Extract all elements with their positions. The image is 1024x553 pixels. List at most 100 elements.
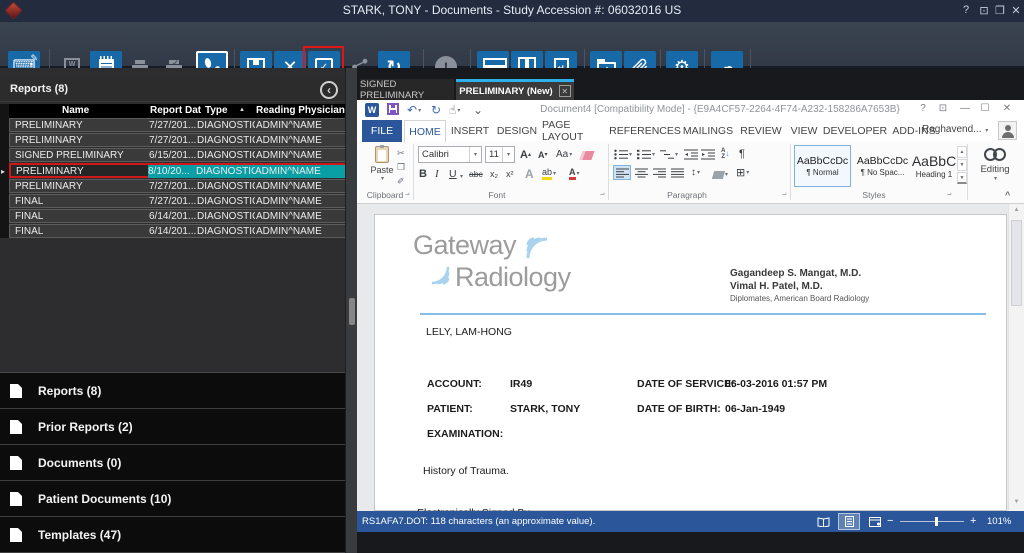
styles-scrollbar[interactable]: ▲ ▼ ▼ [957, 146, 967, 184]
word-close-icon[interactable]: ✕ [999, 103, 1015, 114]
subscript-button[interactable]: x₂ [490, 166, 498, 181]
collapse-panel-button[interactable]: ‹ [320, 81, 338, 99]
web-layout-button[interactable] [864, 513, 886, 530]
align-center-button[interactable] [632, 165, 650, 180]
zoom-slider[interactable] [900, 521, 964, 522]
underline-dropdown[interactable]: ▾ [460, 169, 463, 184]
report-row[interactable]: PRELIMINARY7/27/201...DIAGNOSTIC P...ADM… [9, 118, 347, 132]
qat-redo-button[interactable]: ↻ [431, 103, 441, 117]
restore-icon[interactable]: ❐ [992, 4, 1008, 17]
print-layout-button[interactable] [838, 513, 860, 530]
close-tab-icon[interactable]: ✕ [558, 85, 571, 97]
numbering-button[interactable]: ▾ [637, 147, 655, 162]
paragraph-dialog-launcher[interactable]: ⌐ [782, 190, 787, 199]
decrease-indent-button[interactable] [684, 147, 698, 162]
vertical-scrollbar[interactable]: ▲ ▼ [1008, 204, 1024, 511]
scroll-up-icon[interactable]: ▲ [1009, 207, 1024, 213]
report-row[interactable]: SIGNED PRELIMINARY 6/15/201... DIAGNOSTIC … [9, 148, 347, 162]
style-normal[interactable]: AaBbCcDc ¶ Normal [794, 145, 851, 187]
align-left-button[interactable] [613, 165, 631, 180]
panel-scrollbar-thumb[interactable] [349, 298, 355, 325]
tab-home[interactable]: HOME [404, 120, 446, 142]
report-row[interactable]: PRELIMINARY7/27/201...DIAGNOSTIC P...ADM… [9, 133, 347, 147]
paste-button[interactable]: Paste ▾ [365, 145, 399, 190]
show-marks-button[interactable]: ¶ [739, 146, 745, 161]
report-row-selected[interactable]: PRELIMINARY8/10/20...DIAGNOSTIC P...ADMI… [9, 163, 347, 178]
clipboard-dialog-launcher[interactable]: ⌐ [405, 190, 410, 199]
report-row[interactable]: FINAL7/27/201...DIAGNOSTIC R...ADMIN^NAM… [9, 194, 347, 208]
font-name-combo[interactable]: Calibri ▾ [418, 146, 482, 163]
tab-developer[interactable]: DEVELOPER [823, 120, 887, 142]
editing-button[interactable]: Editing ▾ [973, 148, 1017, 182]
bullets-button[interactable]: ▾ [614, 147, 632, 162]
column-report-date[interactable]: Report Dat [150, 105, 201, 116]
qat-customize-button[interactable]: ⌄ [473, 103, 483, 117]
tab-insert[interactable]: INSERT [448, 120, 492, 142]
word-help-icon[interactable]: ? [915, 103, 931, 114]
column-name[interactable]: Name [62, 105, 89, 116]
column-type[interactable]: Type [205, 105, 228, 116]
report-row[interactable]: FINAL6/14/201...DIAGNOSTIC R...ADMIN^NAM… [9, 209, 347, 223]
bold-button[interactable]: B [419, 166, 427, 181]
style-heading-1[interactable]: AaBbC Heading 1 [912, 145, 956, 187]
format-painter-button[interactable]: ✐ [397, 174, 405, 189]
word-minimize-icon[interactable]: — [957, 103, 973, 114]
scrollbar-thumb[interactable] [1011, 220, 1022, 306]
tab-page-layout[interactable]: PAGE LAYOUT [542, 119, 610, 143]
read-mode-button[interactable] [812, 513, 834, 530]
help-icon[interactable]: ? [958, 4, 974, 16]
report-row[interactable]: PRELIMINARY7/27/201...DIAGNOSTIC R...ADM… [9, 179, 347, 193]
copy-button[interactable]: ❐ [397, 160, 405, 175]
change-case-button[interactable]: Aa ▾ [556, 147, 572, 162]
qat-touch-mode-button[interactable]: ☝ ▾ [449, 103, 460, 117]
highlight-button[interactable]: ab ▾ [542, 166, 556, 181]
reports-table-header[interactable]: ✱ Name Report Dat Type ▲ Reading Physici… [0, 104, 347, 118]
section-reports[interactable]: Reports (8) [0, 373, 345, 409]
user-avatar-icon[interactable] [998, 121, 1017, 140]
style-no-spacing[interactable]: AaBbCcDc ¶ No Spac... [854, 145, 911, 187]
section-patient-documents[interactable]: Patient Documents (10) [0, 481, 345, 517]
text-effects-button[interactable]: A [525, 166, 534, 181]
font-size-combo[interactable]: 11 ▾ [485, 146, 515, 163]
snap-icon[interactable]: ⊡ [976, 4, 992, 17]
column-reading-physician[interactable]: Reading Physician [256, 105, 345, 116]
shrink-font-button[interactable]: A ▾ [538, 147, 548, 162]
justify-button[interactable] [668, 165, 686, 180]
align-right-button[interactable] [650, 165, 668, 180]
tab-preliminary-new[interactable]: PRELIMINARY (New) ✕ [456, 79, 574, 100]
styles-dialog-launcher[interactable]: ⌐ [947, 190, 952, 199]
strikethrough-button[interactable]: abc [469, 166, 483, 181]
section-documents[interactable]: Documents (0) [0, 445, 345, 481]
italic-button[interactable]: I [435, 166, 439, 181]
tab-review[interactable]: REVIEW [738, 120, 784, 142]
tab-file[interactable]: FILE [362, 120, 402, 142]
zoom-slider-thumb[interactable] [935, 517, 938, 526]
tab-design[interactable]: DESIGN [494, 120, 540, 142]
word-maximize-icon[interactable]: ☐ [977, 103, 993, 114]
scroll-down-icon[interactable]: ▼ [1009, 499, 1024, 505]
font-dialog-launcher[interactable]: ⌐ [600, 190, 605, 199]
sort-button[interactable]: AZ ↓ [721, 146, 729, 161]
cut-button[interactable]: ✂ [397, 146, 405, 161]
zoom-level[interactable]: 101% [987, 516, 1011, 527]
report-row[interactable]: FINAL6/14/201...DIAGNOSTIC R...ADMIN^NAM… [9, 224, 347, 238]
qat-undo-button[interactable]: ↶ ▾ [407, 103, 421, 117]
close-icon[interactable]: ✕ [1008, 4, 1024, 17]
collapse-ribbon-icon[interactable]: ^ [1005, 190, 1010, 200]
qat-save-button[interactable] [387, 103, 399, 115]
superscript-button[interactable]: x² [506, 166, 514, 181]
tab-signed-preliminary[interactable]: SIGNED PRELIMINARY [360, 79, 454, 101]
multilevel-list-button[interactable]: ▾ [660, 147, 678, 162]
panel-splitter[interactable] [345, 68, 357, 553]
ribbon-options-icon[interactable]: ⊡ [935, 103, 951, 114]
tab-mailings[interactable]: MAILINGS [680, 120, 736, 142]
shading-button[interactable]: ▾ [711, 167, 728, 182]
tab-references[interactable]: REFERENCES [609, 120, 681, 142]
section-templates[interactable]: Templates (47) [0, 517, 345, 553]
section-prior-reports[interactable]: Prior Reports (2) [0, 409, 345, 445]
line-spacing-button[interactable]: ↕ ▾ [691, 165, 700, 180]
clear-formatting-button[interactable] [579, 148, 595, 163]
borders-button[interactable]: ⊞ ▾ [736, 165, 749, 180]
user-account-button[interactable]: Raghavend... ▾ [922, 124, 988, 135]
word-app-button[interactable]: W [365, 103, 379, 117]
